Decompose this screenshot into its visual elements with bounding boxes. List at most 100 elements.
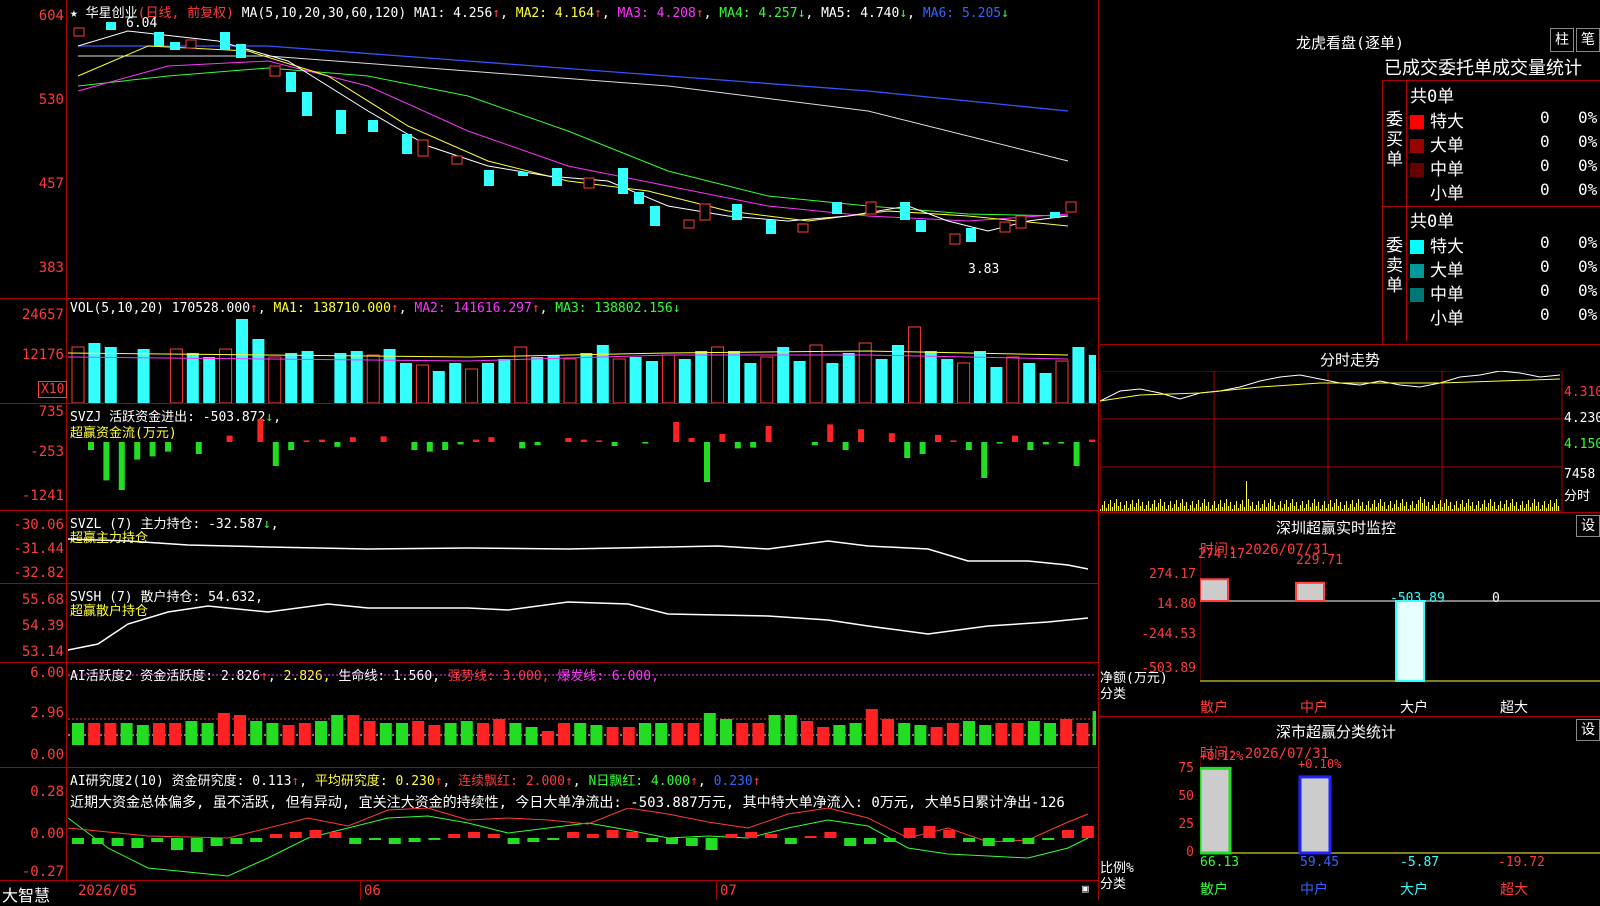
svzj-bar bbox=[426, 442, 433, 452]
intraday-volume-tick bbox=[1440, 500, 1441, 511]
monitor-settings-button[interactable]: 设 bbox=[1576, 515, 1600, 537]
ai2-bar bbox=[111, 838, 124, 846]
svzj-axis-label: 735 bbox=[38, 404, 64, 420]
price-axis-label: 383 bbox=[38, 260, 64, 276]
ai1-bar bbox=[347, 715, 360, 745]
volume-bar bbox=[432, 371, 445, 403]
intraday-volume-tick bbox=[1520, 505, 1521, 511]
ai2-bar bbox=[943, 830, 956, 838]
buy-small-swatch bbox=[1410, 187, 1424, 201]
intraday-volume-tick bbox=[1420, 497, 1421, 511]
ai2-bar bbox=[824, 832, 837, 838]
intraday-volume-tick bbox=[1140, 506, 1141, 511]
ai2-nday: N日飘红: 4.000 bbox=[588, 774, 691, 789]
volume-bar bbox=[1072, 347, 1085, 403]
buy-large-count: 0 bbox=[1540, 132, 1550, 151]
ai1-bar bbox=[460, 721, 473, 745]
ai1-bar bbox=[298, 723, 311, 745]
volume-bar bbox=[793, 361, 806, 403]
ai1-bar bbox=[979, 725, 992, 745]
x-axis-label: 07 bbox=[720, 883, 737, 899]
ai2-axis-label: 0.28 bbox=[30, 784, 64, 800]
vol-value: 170528.000 bbox=[171, 301, 251, 316]
intraday-volume-tick bbox=[1206, 506, 1207, 511]
price-panel[interactable]: ★ 华星创业(日线, 前复权) MA(5,10,20,30,60,120) MA… bbox=[0, 0, 1098, 299]
sell-super-count: 0 bbox=[1540, 233, 1550, 252]
main-divider bbox=[1098, 0, 1099, 900]
intraday-volume-tick bbox=[1410, 505, 1411, 511]
ai1-axis-label: 2.96 bbox=[30, 705, 64, 721]
volume-bar bbox=[400, 363, 412, 403]
bar-mode-button[interactable]: 柱 bbox=[1550, 28, 1574, 52]
classify-settings-button[interactable]: 设 bbox=[1576, 719, 1600, 741]
svzj-panel[interactable]: SVZJ 活跃资金进出: -503.872↓, 超赢资金流(万元) 735 -2… bbox=[0, 404, 1098, 511]
buy-large-swatch bbox=[1410, 139, 1424, 153]
svsh-panel[interactable]: SVSH (7) 散户持仓: 54.632, 超赢散户持仓 55.68 54.3… bbox=[0, 584, 1098, 663]
intraday-volume-tick bbox=[1214, 501, 1215, 511]
intraday-volume-tick bbox=[1444, 503, 1445, 511]
classify-cat: 超大 bbox=[1500, 882, 1528, 898]
svzj-bar bbox=[888, 433, 895, 442]
svzj-bar bbox=[288, 442, 295, 450]
svzj-bar bbox=[411, 442, 418, 450]
ai2-bar bbox=[804, 836, 817, 838]
classify-chart bbox=[1200, 757, 1600, 855]
volume-bar bbox=[301, 351, 314, 403]
sell-large-count: 0 bbox=[1540, 257, 1550, 276]
ai2-bar bbox=[844, 838, 857, 846]
intraday-volume-tick bbox=[1106, 508, 1107, 511]
candlestick-chart[interactable] bbox=[68, 16, 1096, 296]
intraday-volume-tick bbox=[1548, 504, 1549, 511]
ai2-arrow: ↑ bbox=[291, 774, 300, 789]
intraday-volume-tick bbox=[1462, 500, 1463, 511]
intraday-volume-tick bbox=[1310, 507, 1311, 511]
intraday-volume-tick bbox=[1338, 506, 1339, 511]
svzl-panel[interactable]: SVZL (7) 主力持仓: -32.587↓, 超赢主力持仓 -30.06 -… bbox=[0, 511, 1098, 584]
classify-panel[interactable]: 深市超赢分类统计 设 时间: 2026/07/31 75 50 25 0 比例%… bbox=[1100, 716, 1600, 901]
classify-value: 66.13 bbox=[1200, 855, 1240, 870]
vol-ma2-arrow: ↑ bbox=[531, 301, 540, 316]
lock-icon: ▣ bbox=[1082, 882, 1089, 895]
volume-bar bbox=[449, 363, 462, 403]
volume-bar bbox=[1088, 355, 1096, 403]
intraday-volume-tick bbox=[1526, 504, 1527, 511]
volume-bar bbox=[858, 342, 872, 403]
ai1-bar bbox=[185, 721, 198, 745]
intraday-panel[interactable]: 分时走势 4.310 4.230 4.150 7458 分时 bbox=[1100, 344, 1600, 513]
ai1-bar bbox=[817, 727, 830, 745]
volume-title-row: VOL(5,10,20) 170528.000↑, MA1: 138710.00… bbox=[70, 301, 681, 316]
ai-research-panel[interactable]: AI研究度2(10) 资金研究度: 0.113↑, 平均研究度: 0.230↑,… bbox=[0, 768, 1098, 881]
intraday-volume-tick bbox=[1502, 508, 1503, 511]
intraday-volume-tick bbox=[1212, 505, 1213, 511]
intraday-volume-tick bbox=[1314, 499, 1315, 511]
intraday-volume-tick bbox=[1152, 504, 1153, 511]
intraday-volume-tick bbox=[1478, 501, 1479, 511]
svzj-bar bbox=[904, 442, 911, 458]
ai2-bar bbox=[982, 838, 995, 846]
ai1-bar bbox=[379, 723, 392, 745]
svzj-bar bbox=[981, 442, 988, 478]
volume-bar bbox=[924, 351, 937, 403]
volume-bar bbox=[71, 346, 85, 403]
svzj-bar bbox=[134, 442, 141, 460]
intraday-volume-tick bbox=[1306, 504, 1307, 511]
svzj-bar bbox=[965, 442, 972, 450]
ai-activity-panel[interactable]: AI活跃度2 资金活跃度: 2.826↑, 2.826, 生命线: 1.560,… bbox=[0, 663, 1098, 768]
intraday-volume-tick bbox=[1422, 503, 1423, 511]
ai2-cont-arrow: ↑ bbox=[564, 774, 573, 789]
volume-panel[interactable]: VOL(5,10,20) 170528.000↑, MA1: 138710.00… bbox=[0, 299, 1098, 404]
ai1-bar bbox=[169, 723, 182, 745]
ai1-bar bbox=[217, 713, 230, 745]
intraday-volume-tick bbox=[1120, 502, 1121, 511]
intraday-volume-tick bbox=[1434, 501, 1435, 511]
intraday-volume-tick bbox=[1454, 505, 1455, 511]
svzj-bar bbox=[811, 442, 818, 446]
svsh-axis-label: 53.14 bbox=[21, 644, 64, 660]
tick-mode-button[interactable]: 笔 bbox=[1576, 28, 1600, 52]
volume-bar bbox=[678, 359, 691, 403]
ai1-bar bbox=[525, 727, 538, 745]
ai1-bar bbox=[541, 731, 554, 745]
intraday-volume-tick bbox=[1512, 499, 1513, 511]
realtime-monitor-panel[interactable]: 深圳超赢实时监控 设 时间: 2026/07/31 274.17 14.80 -… bbox=[1100, 512, 1600, 717]
svzj-bar bbox=[950, 440, 957, 442]
